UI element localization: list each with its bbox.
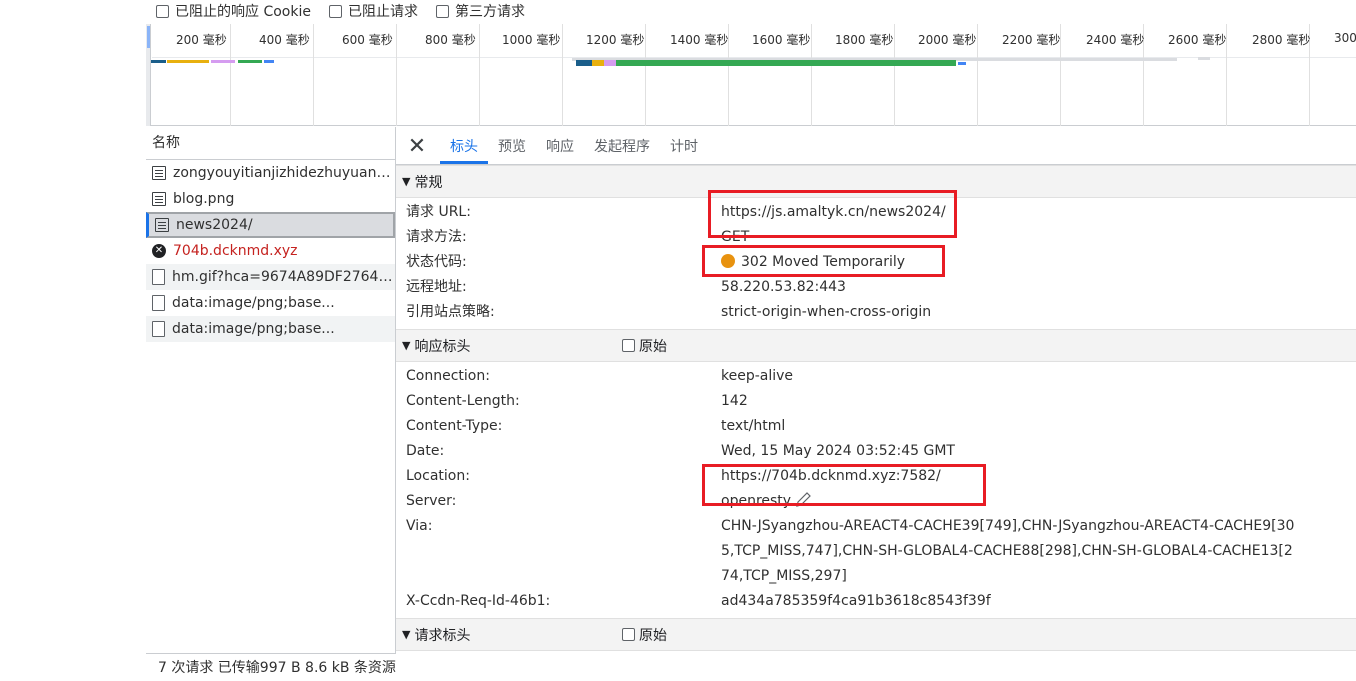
checkbox[interactable] <box>156 4 169 18</box>
request-row[interactable]: hm.gif?hca=9674A89DF27643... <box>146 264 395 290</box>
blocked-cookies-filter[interactable]: 已阻止的响应 Cookie <box>156 1 311 21</box>
tick-label: 200 毫秒 <box>176 33 227 47</box>
header-row: 状态代码: 302 Moved Temporarily <box>406 254 906 270</box>
close-icon[interactable]: ✕ <box>402 128 432 164</box>
tick-label: 1600 毫秒 <box>752 33 811 47</box>
referrer-policy-value: strict-origin-when-cross-origin <box>721 304 932 320</box>
raw-toggle[interactable]: 原始 <box>622 625 667 645</box>
tick-label: 400 毫秒 <box>259 33 310 47</box>
tick-label: 1200 毫秒 <box>586 33 645 47</box>
waterfall-bar <box>151 60 166 63</box>
waterfall-bar <box>167 60 209 63</box>
header-row: Date: Wed, 15 May 2024 03:52:45 GMT <box>406 443 955 459</box>
header-row: Content-Length: 142 <box>406 393 748 409</box>
checkbox[interactable] <box>622 339 635 352</box>
collapse-triangle-icon: ▼ <box>402 175 411 188</box>
request-row[interactable]: blog.png <box>146 186 395 212</box>
pencil-icon <box>796 492 811 507</box>
request-headers-section-header[interactable]: ▼ 请求标头 原始 <box>396 618 1356 651</box>
blocked-requests-filter[interactable]: 已阻止请求 <box>328 1 418 21</box>
request-list-panel: 名称 zongyouyitianjizhidezhuyuanyi... blog… <box>146 127 396 681</box>
request-row[interactable]: zongyouyitianjizhidezhuyuanyi... <box>146 160 395 186</box>
response-headers-section-header[interactable]: ▼ 响应标头 原始 <box>396 329 1356 362</box>
waterfall-bar <box>604 60 616 66</box>
general-section: 请求 URL: https://js.amaltyk.cn/news2024/ 请… <box>396 198 1356 329</box>
request-detail-panel: ✕ 标头 预览 响应 发起程序 计时 ▼ 常规 请求 URL: https://j… <box>396 127 1356 681</box>
request-row-error[interactable]: ✕ 704b.dcknmd.xyz <box>146 238 395 264</box>
timeline-overview[interactable]: 200 毫秒 400 毫秒 600 毫秒 800 毫秒 1000 毫秒 1200… <box>146 24 1356 126</box>
checkbox[interactable] <box>328 4 342 18</box>
header-row: Location: https://704b.dcknmd.xyz:7582/ <box>396 464 1356 489</box>
request-row[interactable]: data:image/png;base... <box>146 290 395 316</box>
header-row: Content-Type: text/html <box>406 418 786 434</box>
tick-label: 1800 毫秒 <box>835 33 894 47</box>
header-row: Via: CHN-JSyangzhou-AREACT4-CACHE39[749],… <box>406 518 1295 584</box>
response-headers-section: Connection: keep-alive Content-Length: 142… <box>396 362 1356 618</box>
request-row[interactable]: data:image/png;base... <box>146 316 395 342</box>
overview-scroll-handle[interactable] <box>146 24 151 126</box>
tab-initiator[interactable]: 发起程序 <box>584 128 660 164</box>
header-row: 请求方法: GET <box>396 225 1356 250</box>
header-row: X-Ccdn-Req-Id-46b1: ad434a785359f4ca91b36… <box>406 593 991 609</box>
image-file-icon <box>152 269 165 285</box>
collapse-triangle-icon: ▼ <box>402 339 411 352</box>
tick-label: 2600 毫秒 <box>1168 33 1227 47</box>
remote-address-value: 58.220.53.82:443 <box>721 279 846 295</box>
location-value: https://704b.dcknmd.xyz:7582/ <box>721 468 941 484</box>
image-file-icon <box>152 295 165 311</box>
collapse-triangle-icon: ▼ <box>402 628 411 641</box>
request-row-selected[interactable]: news2024/ <box>146 212 395 238</box>
header-row: Connection: keep-alive <box>406 368 794 384</box>
waterfall-bar <box>238 60 262 63</box>
waterfall-bar <box>1198 57 1210 60</box>
status-dot-icon <box>721 254 735 268</box>
header-row: 引用站点策略: strict-origin-when-cross-origin <box>396 300 1356 325</box>
header-row: Server: openresty <box>396 489 1356 514</box>
tab-timing[interactable]: 计时 <box>660 128 708 164</box>
header-row: 请求 URL: https://js.amaltyk.cn/news2024/ <box>396 200 1356 225</box>
request-method-value: GET <box>721 229 750 245</box>
tick-label: 2400 毫秒 <box>1086 33 1145 47</box>
waterfall-bar <box>616 60 956 66</box>
waterfall-bar <box>211 60 235 63</box>
general-section-header[interactable]: ▼ 常规 <box>396 165 1356 198</box>
tick-label: 3000 <box>1334 31 1356 45</box>
document-icon <box>152 192 166 206</box>
tick-label: 2800 毫秒 <box>1252 33 1311 47</box>
tick-label: 1400 毫秒 <box>670 33 729 47</box>
raw-toggle[interactable]: 原始 <box>622 336 667 356</box>
document-icon <box>155 218 169 232</box>
tab-response[interactable]: 响应 <box>536 128 584 164</box>
checkbox[interactable] <box>435 4 449 18</box>
tab-preview[interactable]: 预览 <box>488 128 536 164</box>
tick-label: 2000 毫秒 <box>918 33 977 47</box>
tick-label: 1000 毫秒 <box>502 33 561 47</box>
filter-bar: 已阻止的响应 Cookie 已阻止请求 第三方请求 <box>146 0 1356 22</box>
checkbox[interactable] <box>622 628 635 641</box>
waterfall-bar <box>264 60 274 63</box>
waterfall-bar <box>592 60 604 66</box>
request-url-value: https://js.amaltyk.cn/news2024/ <box>721 204 946 220</box>
error-icon: ✕ <box>152 244 166 258</box>
tick-label: 800 毫秒 <box>425 33 476 47</box>
waterfall-bar <box>958 62 966 65</box>
tick-label: 600 毫秒 <box>342 33 393 47</box>
image-file-icon <box>152 321 165 337</box>
header-row: 远程地址: 58.220.53.82:443 <box>396 275 1356 300</box>
status-code-value: 302 Moved Temporarily <box>741 254 906 270</box>
tick-label: 2200 毫秒 <box>1002 33 1061 47</box>
tab-headers[interactable]: 标头 <box>440 128 488 164</box>
name-column-header[interactable]: 名称 <box>146 127 395 160</box>
detail-tabs: ✕ 标头 预览 响应 发起程序 计时 <box>396 127 1356 165</box>
summary-status-bar: 7 次请求 已传输997 B 8.6 kB 条资源 <box>146 653 396 681</box>
document-icon <box>152 166 166 180</box>
third-party-filter[interactable]: 第三方请求 <box>435 1 525 21</box>
waterfall-bar <box>576 60 592 66</box>
